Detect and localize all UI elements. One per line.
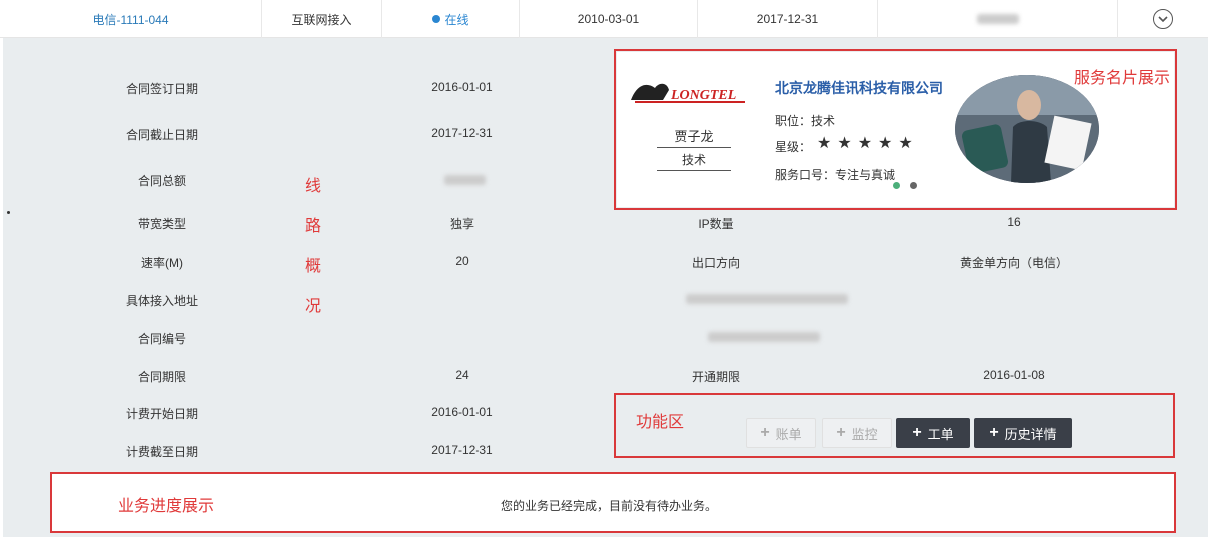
status-cell: 在线 <box>382 0 520 38</box>
status-dot-icon <box>432 15 441 23</box>
plus-icon: + <box>989 424 999 441</box>
circuit-id[interactable]: 电信-1111-044 <box>92 11 168 28</box>
label-address: 具体接入地址 <box>125 294 198 308</box>
value-billing-end: 2017-12-31 <box>431 443 493 457</box>
label-bandwidth-type: 带宽类型 <box>137 217 186 231</box>
history-button[interactable]: + 历史详情 <box>974 418 1072 448</box>
label-contract-total: 合同总额 <box>137 174 186 188</box>
function-annotation-label: 功能区 <box>636 414 685 431</box>
label-sign-date: 合同签订日期 <box>125 82 198 96</box>
expand-cell[interactable] <box>1118 0 1208 38</box>
value-contract-no-redacted <box>708 332 820 342</box>
redacted-cell <box>878 0 1118 38</box>
access-type: 互联网接入 <box>291 12 352 27</box>
value-contract-total-redacted <box>444 175 486 185</box>
value-activation: 2016-01-08 <box>983 368 1045 382</box>
monitor-button[interactable]: + 监控 <box>822 418 892 448</box>
label-contract-no: 合同编号 <box>137 332 186 346</box>
circuit-id-link[interactable]: 电信-1111-044 <box>0 0 262 38</box>
plus-icon: + <box>760 424 770 441</box>
start-date-cell: 2010-03-01 <box>520 0 698 38</box>
value-contract-term: 24 <box>455 368 469 382</box>
value-billing-start: 2016-01-01 <box>431 405 493 419</box>
function-annotation-box <box>614 393 1175 458</box>
chevron-down-icon[interactable] <box>1153 9 1173 29</box>
stray-dot <box>7 211 10 214</box>
value-end-date: 2017-12-31 <box>431 126 493 140</box>
status-text: 在线 <box>444 12 469 27</box>
value-egress: 黄金单方向（电信） <box>959 256 1068 270</box>
value-bandwidth-type: 独享 <box>449 217 474 231</box>
progress-message: 您的业务已经完成，目前没有待办业务。 <box>500 499 717 513</box>
annotation-line-4: 况 <box>305 298 322 315</box>
annotation-line-3: 概 <box>305 258 322 275</box>
annotation-line-1: 线 <box>305 178 322 195</box>
ticket-button[interactable]: + 工单 <box>896 418 970 448</box>
value-ip-count: 16 <box>1007 215 1021 229</box>
label-rate: 速率(M) <box>141 256 183 270</box>
end-date: 2017-12-31 <box>756 12 819 26</box>
access-type-cell: 互联网接入 <box>262 0 382 38</box>
start-date: 2010-03-01 <box>577 12 640 26</box>
redacted-value <box>976 14 1019 24</box>
label-egress: 出口方向 <box>691 256 740 270</box>
label-billing-end: 计费截至日期 <box>125 445 198 459</box>
label-end-date: 合同截止日期 <box>125 128 198 142</box>
label-billing-start: 计费开始日期 <box>125 407 198 421</box>
label-ip-count: IP数量 <box>698 217 734 231</box>
label-contract-term: 合同期限 <box>137 370 186 384</box>
value-rate: 20 <box>455 254 469 268</box>
service-row[interactable]: 电信-1111-044 互联网接入 在线 2010-03-01 2017-12-… <box>0 0 1208 38</box>
end-date-cell: 2017-12-31 <box>698 0 878 38</box>
annotation-line-2: 路 <box>305 218 322 235</box>
value-address-redacted <box>686 294 848 304</box>
bill-button[interactable]: + 账单 <box>746 418 816 448</box>
plus-icon: + <box>836 424 846 441</box>
plus-icon: + <box>912 424 922 441</box>
card-annotation-label: 服务名片展示 <box>1074 70 1171 87</box>
value-sign-date: 2016-01-01 <box>431 80 493 94</box>
label-activation: 开通期限 <box>691 370 740 384</box>
